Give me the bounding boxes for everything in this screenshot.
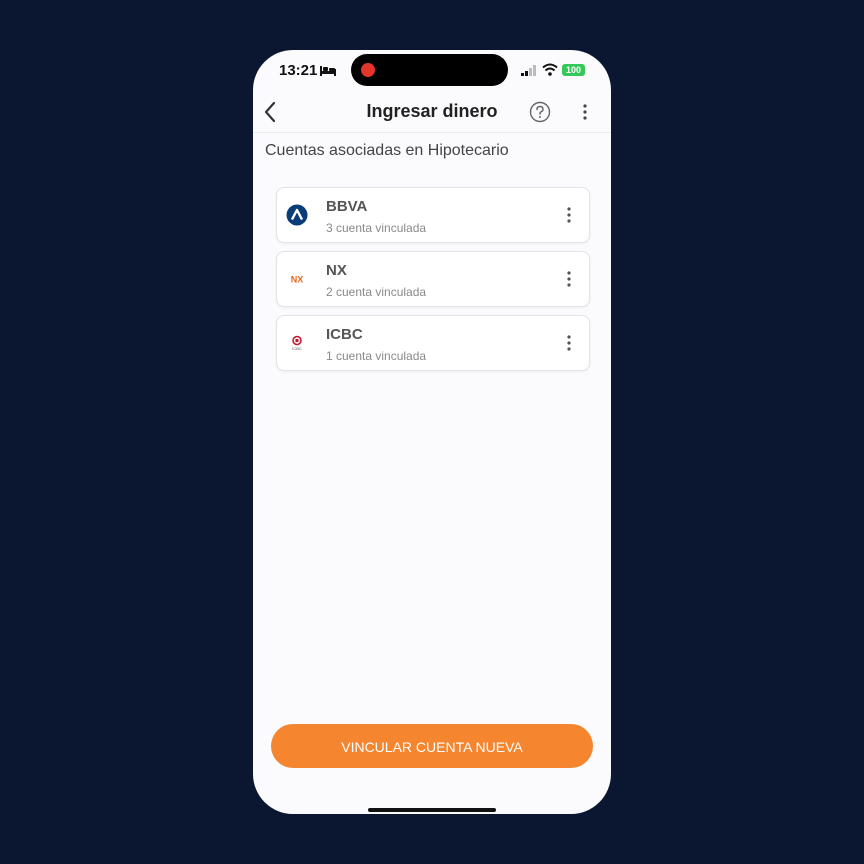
status-time: 13:21: [279, 62, 318, 79]
signal-icon: [521, 65, 536, 76]
more-vertical-icon[interactable]: [563, 333, 575, 353]
recording-indicator: [361, 63, 375, 77]
icbc-logo-text: ICBC: [292, 346, 302, 351]
account-subtitle: 1 cuenta vinculada: [326, 349, 427, 363]
home-indicator: [368, 808, 496, 812]
more-vertical-icon[interactable]: [577, 101, 593, 123]
more-vertical-icon[interactable]: [563, 269, 575, 289]
account-name: ICBC: [326, 326, 363, 343]
battery-indicator: 100: [562, 64, 585, 76]
bed-icon: [320, 66, 336, 76]
account-subtitle: 2 cuenta vinculada: [326, 285, 427, 299]
nx-logo: NX: [291, 275, 304, 285]
status-bar: 13:21 100: [253, 50, 611, 94]
icbc-logo: ICBC: [292, 335, 302, 351]
account-name: NX: [326, 262, 347, 279]
page-title: Ingresar dinero: [366, 101, 498, 121]
section-title: Cuentas asociadas en Hipotecario: [265, 142, 509, 159]
account-card-icbc[interactable]: ICBC ICBC 1 cuenta vinculada: [276, 315, 590, 371]
nx-logo-text: NX: [291, 275, 304, 285]
help-icon[interactable]: [529, 101, 551, 123]
phone-screen: 13:21 100 Ingresar dinero Cuentas asocia…: [253, 50, 611, 814]
account-card-bbva[interactable]: BBVA 3 cuenta vinculada: [276, 187, 590, 243]
account-subtitle: 3 cuenta vinculada: [326, 221, 427, 235]
bbva-logo: [286, 204, 308, 226]
back-icon[interactable]: [259, 99, 283, 125]
nav-bar: Ingresar dinero: [253, 94, 611, 133]
account-card-nx[interactable]: NX NX 2 cuenta vinculada: [276, 251, 590, 307]
more-vertical-icon[interactable]: [563, 205, 575, 225]
wifi-icon: [542, 63, 558, 76]
dynamic-island: [351, 54, 508, 86]
link-new-account-button[interactable]: VINCULAR CUENTA NUEVA: [271, 724, 593, 768]
account-name: BBVA: [326, 198, 368, 215]
